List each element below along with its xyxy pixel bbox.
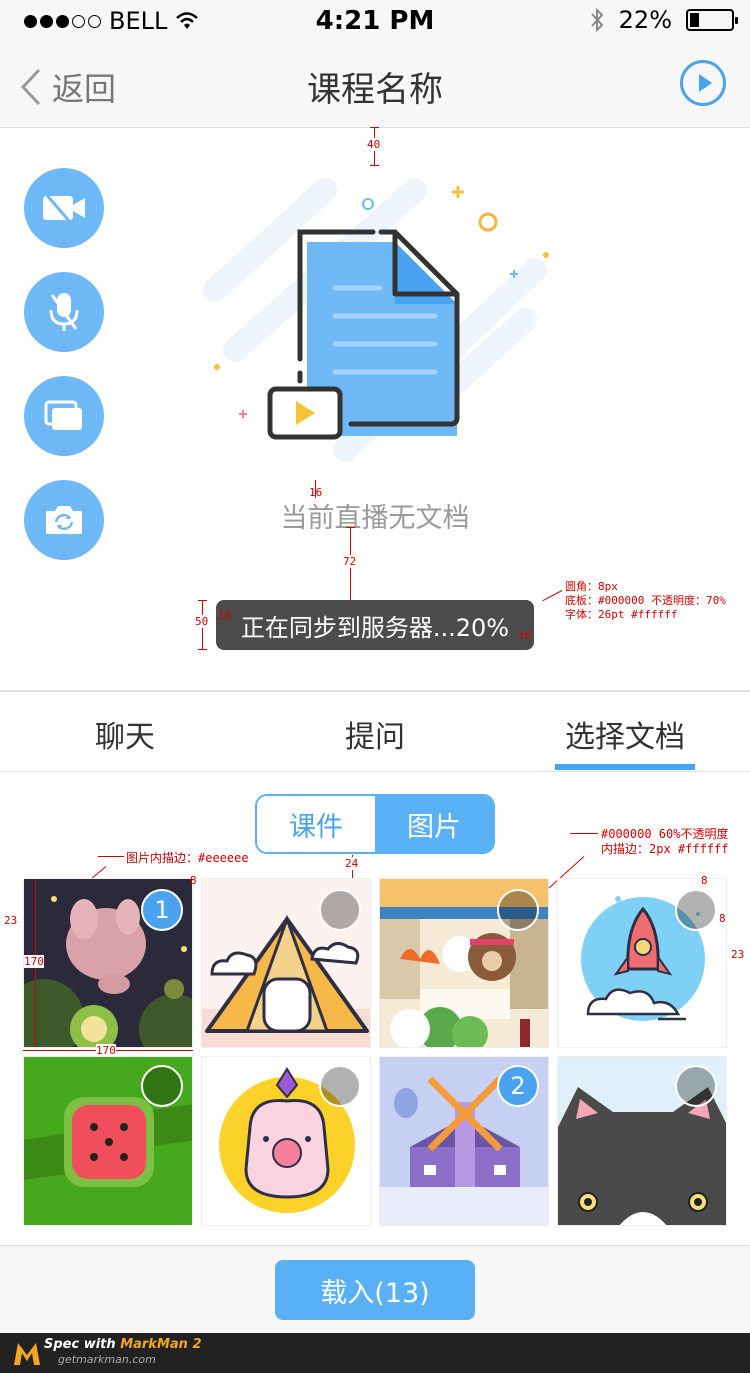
spec-24: 24 <box>345 857 359 870</box>
select-circle-spec: #000000 60%不透明度 内描边：2px #ffffff <box>601 827 729 856</box>
spec-8-top: 8 <box>701 874 708 887</box>
mic-toggle-button[interactable] <box>24 272 104 352</box>
image-select-8[interactable] <box>675 1065 717 1107</box>
video-off-icon <box>43 193 85 223</box>
image-select-4[interactable] <box>675 889 717 931</box>
spec-50: 50 <box>195 615 209 628</box>
footer-url: getmarkman.com <box>58 1353 156 1366</box>
nav-bar: 返回 课程名称 <box>0 40 750 128</box>
spec-72: 72 <box>343 555 357 568</box>
status-bar: BELL 4:21 PM 22% <box>0 0 750 40</box>
empty-document-illustration <box>203 178 549 462</box>
spec-16-toast-right: 16 <box>518 629 532 642</box>
page-title: 课程名称 <box>307 70 443 110</box>
footer-brand: Spec with MarkMan 2 <box>44 1337 202 1352</box>
empty-document-text: 当前直播无文档 <box>280 503 470 534</box>
status-right: 22% <box>589 6 738 34</box>
spec-23-right: 23 <box>731 948 745 961</box>
play-icon <box>699 74 712 92</box>
image-select-5[interactable] <box>141 1065 183 1107</box>
spec-40: 40 <box>367 138 381 151</box>
spec-170-height: 170 <box>24 955 44 968</box>
segment-courseware[interactable]: 课件 <box>257 796 375 852</box>
windows-icon <box>44 400 82 430</box>
tab-chat[interactable]: 聊天 <box>0 712 250 756</box>
markman-footer: Spec with MarkMan 2 getmarkman.com <box>0 1333 750 1373</box>
spec-170-width: 170 <box>96 1044 116 1057</box>
battery-icon <box>686 9 738 31</box>
play-button[interactable] <box>680 60 726 106</box>
tab-select-document[interactable]: 选择文档 <box>500 712 750 756</box>
tab-active-indicator <box>555 764 695 770</box>
image-select-3[interactable] <box>497 889 539 931</box>
load-button[interactable]: 载入(13) <box>275 1260 475 1320</box>
image-select-6[interactable] <box>319 1065 361 1107</box>
doc-type-segment: 课件 图片 <box>255 794 495 854</box>
tab-question[interactable]: 提问 <box>250 712 500 756</box>
img-border-spec: 图片内描边：#eeeeee <box>126 851 249 865</box>
spec-8-first: 8 <box>190 874 197 887</box>
markman-logo-icon <box>14 1343 40 1365</box>
segment-images[interactable]: 图片 <box>375 796 493 852</box>
toast-spec-note: 圆角：8px 底板：#000000 不透明度：70% 字体：26pt #ffff… <box>565 580 726 621</box>
image-select-2[interactable] <box>319 889 361 931</box>
video-toggle-button[interactable] <box>24 168 104 248</box>
image-select-1[interactable]: 1 <box>141 889 183 931</box>
tab-bar: 聊天 提问 选择文档 <box>0 690 750 772</box>
spec-8-right: 8 <box>719 912 726 925</box>
spec-23-left: 23 <box>4 914 18 927</box>
bluetooth-icon <box>590 7 604 33</box>
spec-16-text-gap: 16 <box>309 486 323 499</box>
sync-toast: 正在同步到服务器...20% <box>216 600 534 650</box>
window-button[interactable] <box>24 376 104 456</box>
battery-percent: 22% <box>618 6 672 34</box>
mic-off-icon <box>49 293 79 331</box>
image-select-7[interactable]: 2 <box>497 1065 539 1107</box>
spec-16-toast-left: 16 <box>218 609 232 622</box>
